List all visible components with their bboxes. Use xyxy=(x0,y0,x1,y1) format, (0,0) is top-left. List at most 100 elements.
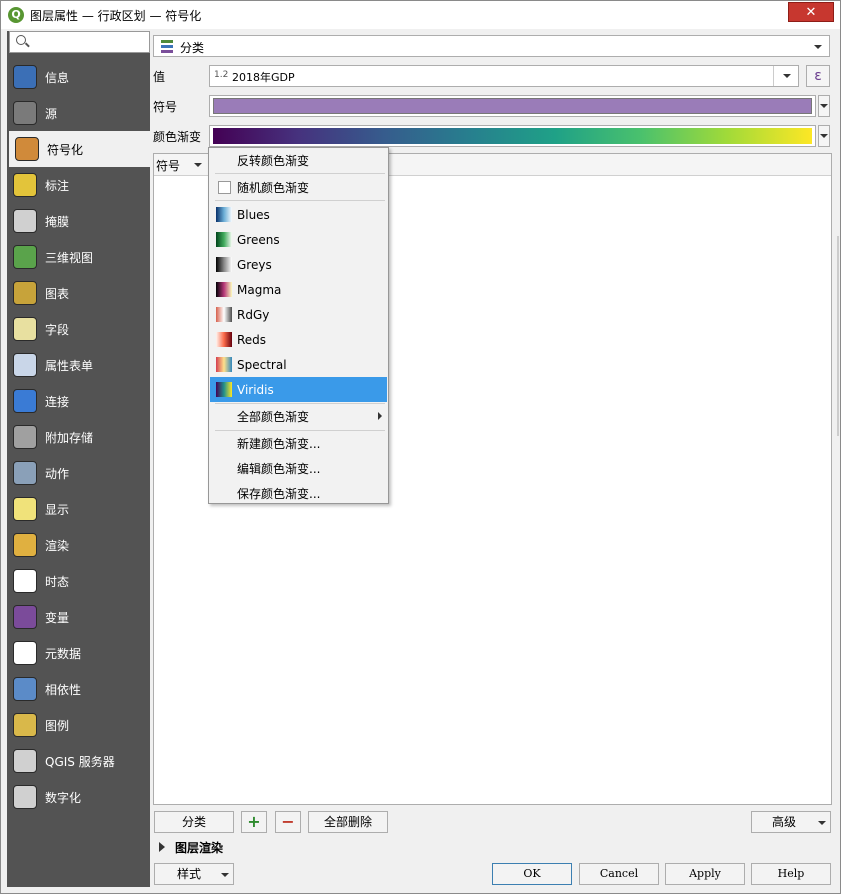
window-title: 图层属性 — 行政区划 — 符号化 xyxy=(30,9,202,23)
cancel-button[interactable]: Cancel xyxy=(579,863,659,885)
column-header-symbol[interactable]: 符号 xyxy=(156,157,180,174)
advanced-button[interactable]: 高级 xyxy=(751,811,831,833)
sidebar-item-label: 动作 xyxy=(45,466,70,481)
menu-item-ramp-spectral[interactable]: Spectral xyxy=(210,352,387,377)
sidebar-item-label: 连接 xyxy=(45,394,70,409)
color-ramp-menu: 反转颜色渐变 随机颜色渐变 Blues Greens Greys Magma RdGy R… xyxy=(208,147,389,504)
auxiliary-storage-icon xyxy=(13,425,37,449)
menu-item-edit-ramp[interactable]: 编辑颜色渐变... xyxy=(210,456,387,481)
sidebar-item-label: QGIS 服务器 xyxy=(45,754,115,769)
menu-item-save-ramp[interactable]: 保存颜色渐变... xyxy=(210,481,387,506)
minus-icon: − xyxy=(281,812,295,831)
style-label: 样式 xyxy=(177,867,202,881)
dependencies-icon xyxy=(13,677,37,701)
sidebar-item-metadata[interactable]: 元数据 xyxy=(7,635,150,671)
value-field-text: 2018年GDP xyxy=(232,71,295,84)
rendering-icon xyxy=(13,533,37,557)
sidebar-item-variables[interactable]: 变量 xyxy=(7,599,150,635)
chevron-down-icon xyxy=(814,45,822,49)
renderer-type-select[interactable]: 分类 xyxy=(153,35,830,57)
menu-item-random-ramp[interactable]: 随机颜色渐变 xyxy=(210,175,387,200)
sidebar-item-label: 元数据 xyxy=(45,646,82,661)
close-button[interactable]: ✕ xyxy=(788,2,834,22)
scrollbar[interactable] xyxy=(837,236,839,436)
menu-item-ramp-greys[interactable]: Greys xyxy=(210,252,387,277)
help-button[interactable]: Help xyxy=(751,863,831,885)
sidebar-item-auxiliary-storage[interactable]: 附加存储 xyxy=(7,419,150,455)
ramp-swatch-icon xyxy=(216,382,232,397)
attribute-form-icon xyxy=(13,353,37,377)
sidebar-item-temporal[interactable]: 时态 xyxy=(7,563,150,599)
menu-item-ramp-viridis[interactable]: Viridis xyxy=(210,377,387,402)
menu-item-invert-ramp[interactable]: 反转颜色渐变 xyxy=(210,148,387,173)
sidebar-item-fields[interactable]: 字段 xyxy=(7,311,150,347)
ramp-swatch-icon xyxy=(216,207,232,222)
chevron-down-icon xyxy=(818,821,826,825)
symbol-swatch xyxy=(213,98,812,114)
sidebar-item-attribute-form[interactable]: 属性表单 xyxy=(7,347,150,383)
expression-button[interactable]: ε xyxy=(806,65,830,87)
label-icon xyxy=(13,173,37,197)
sidebar-item-label: 时态 xyxy=(45,574,70,589)
menu-item-ramp-reds[interactable]: Reds xyxy=(210,327,387,352)
sidebar-item-label: 源 xyxy=(45,106,58,121)
sidebar-item-3d-view[interactable]: 三维视图 xyxy=(7,239,150,275)
layer-rendering-section[interactable]: 图层渲染 xyxy=(175,839,223,856)
sidebar-item-label[interactable]: 标注 xyxy=(7,167,150,203)
menu-item-ramp-blues[interactable]: Blues xyxy=(210,202,387,227)
sidebar-item-joins[interactable]: 连接 xyxy=(7,383,150,419)
sidebar-item-source[interactable]: 源 xyxy=(7,95,150,131)
temporal-icon xyxy=(13,569,37,593)
color-ramp-dropdown-button[interactable] xyxy=(818,125,830,147)
legend-icon xyxy=(13,713,37,737)
menu-item-ramp-rdgy[interactable]: RdGy xyxy=(210,302,387,327)
checkbox-icon[interactable] xyxy=(218,181,231,194)
sidebar-item-label: 属性表单 xyxy=(45,358,94,373)
sidebar-item-display[interactable]: 显示 xyxy=(7,491,150,527)
sidebar-search-input[interactable] xyxy=(9,31,150,53)
sidebar-item-diagram[interactable]: 图表 xyxy=(7,275,150,311)
sidebar-item-digitizing[interactable]: 数字化 xyxy=(7,779,150,815)
value-label: 值 xyxy=(153,70,166,84)
search-icon xyxy=(16,35,26,45)
menu-item-ramp-magma[interactable]: Magma xyxy=(210,277,387,302)
menu-item-all-ramps[interactable]: 全部颜色渐变 xyxy=(210,404,387,429)
sidebar-item-legend[interactable]: 图例 xyxy=(7,707,150,743)
ok-button[interactable]: OK xyxy=(492,863,572,885)
sidebar-item-qgis-server[interactable]: QGIS 服务器 xyxy=(7,743,150,779)
symbol-dropdown-button[interactable] xyxy=(818,95,830,117)
ramp-swatch-icon xyxy=(216,282,232,297)
sidebar-item-label: 渲染 xyxy=(45,538,70,553)
chevron-down-icon xyxy=(221,873,229,877)
ramp-swatch-icon xyxy=(216,232,232,247)
value-field-select[interactable]: 1.2 2018年GDP xyxy=(209,65,799,87)
color-ramp-button[interactable] xyxy=(209,125,816,147)
sidebar-item-actions[interactable]: 动作 xyxy=(7,455,150,491)
expand-arrow-icon[interactable] xyxy=(159,842,165,852)
sidebar-item-label: 图表 xyxy=(45,286,70,301)
sort-arrow-icon xyxy=(194,163,202,167)
delete-all-button[interactable]: 全部删除 xyxy=(308,811,388,833)
menu-item-new-ramp[interactable]: 新建颜色渐变... xyxy=(210,431,387,456)
symbol-button[interactable] xyxy=(209,95,816,117)
mask-icon xyxy=(13,209,37,233)
apply-button[interactable]: Apply xyxy=(665,863,745,885)
joins-icon xyxy=(13,389,37,413)
sidebar-item-rendering[interactable]: 渲染 xyxy=(7,527,150,563)
classify-button[interactable]: 分类 xyxy=(154,811,234,833)
sidebar-item-label: 显示 xyxy=(45,502,70,517)
menu-item-ramp-greens[interactable]: Greens xyxy=(210,227,387,252)
remove-category-button[interactable]: − xyxy=(275,811,301,833)
title-bar: Q 图层属性 — 行政区划 — 符号化 ✕ xyxy=(1,1,840,29)
ramp-swatch-icon xyxy=(216,332,232,347)
style-button[interactable]: 样式 xyxy=(154,863,234,885)
sidebar-item-mask[interactable]: 掩膜 xyxy=(7,203,150,239)
sidebar-item-info[interactable]: 信息 xyxy=(7,59,150,95)
sidebar-item-label: 三维视图 xyxy=(45,250,94,265)
sidebar-item-symbology[interactable]: 符号化 xyxy=(9,131,150,167)
add-category-button[interactable]: + xyxy=(241,811,267,833)
info-icon xyxy=(13,65,37,89)
sidebar-item-label: 掩膜 xyxy=(45,214,70,229)
sidebar-item-dependencies[interactable]: 相依性 xyxy=(7,671,150,707)
color-ramp-preview xyxy=(213,128,812,144)
